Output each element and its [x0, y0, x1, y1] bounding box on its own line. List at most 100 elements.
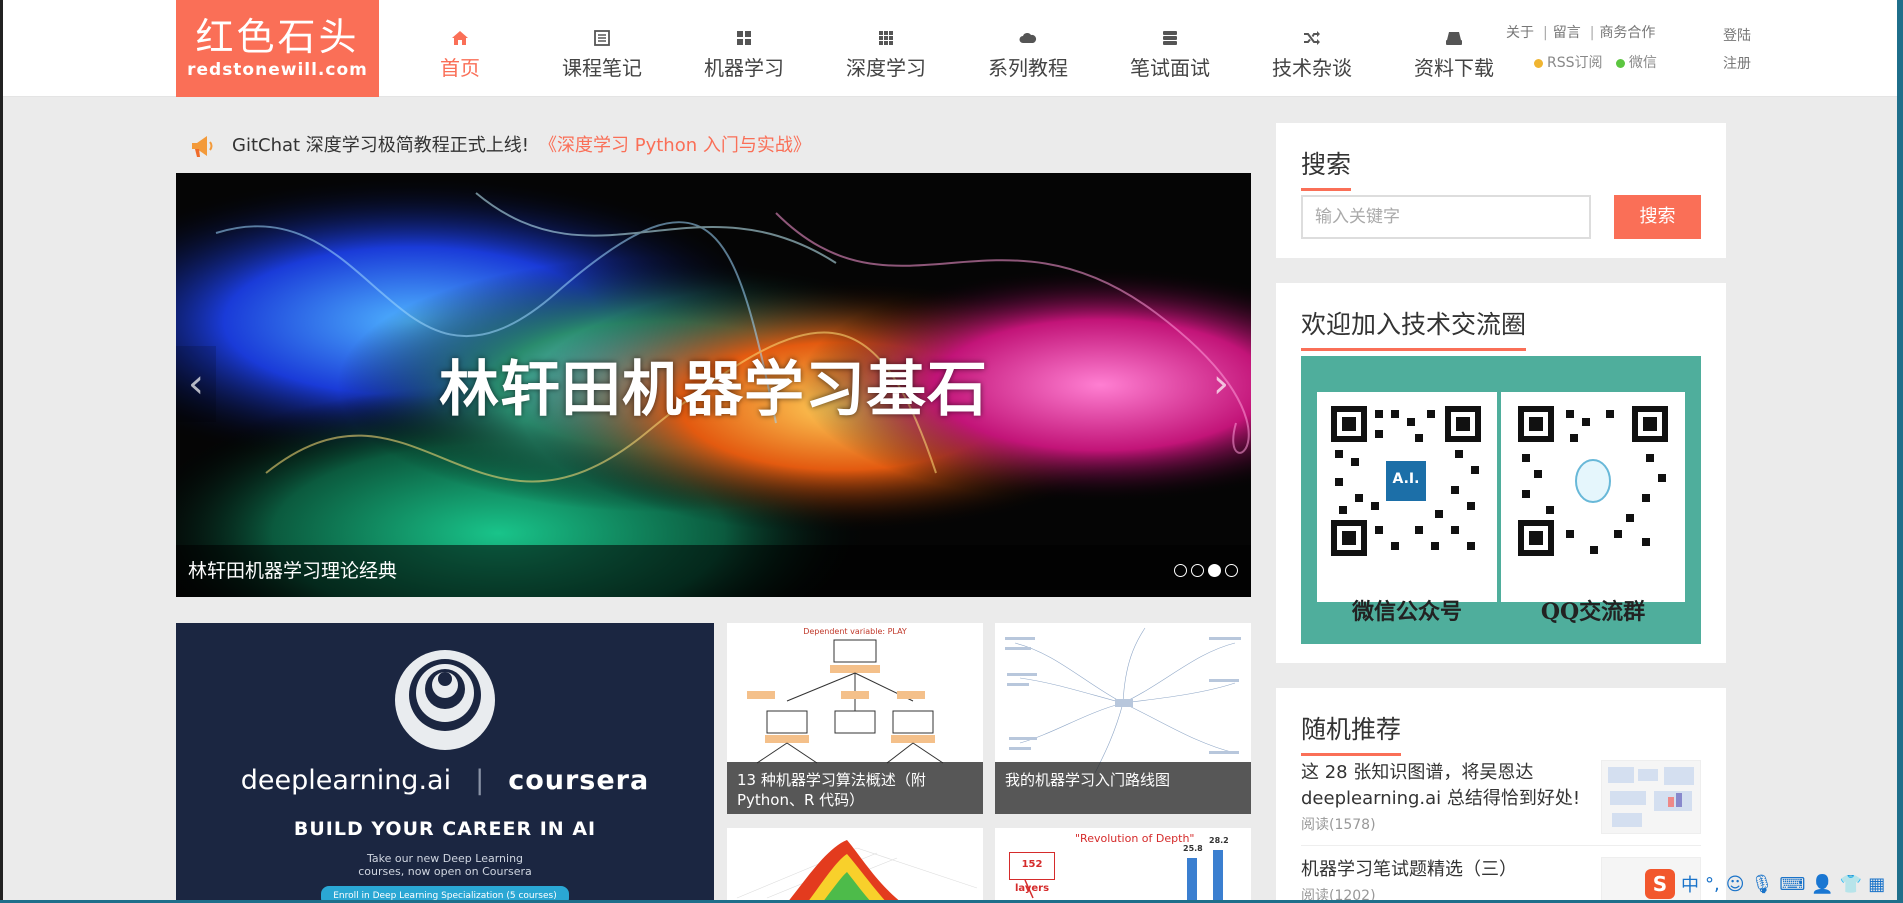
window-left-edge — [0, 0, 3, 903]
grid-menu-icon[interactable]: ▦ — [1868, 874, 1885, 895]
article-tile-algorithms[interactable]: Dependent variable: PLAY 13 种机器学习算法概述（附 … — [727, 623, 983, 814]
nav-label: 笔试面试 — [1130, 56, 1210, 80]
sogou-icon[interactable]: S — [1645, 869, 1675, 899]
carousel-dot[interactable] — [1225, 564, 1238, 577]
carousel-prev-button[interactable]: ‹ — [176, 346, 216, 422]
nav-label: 深度学习 — [846, 56, 926, 80]
keyboard-icon[interactable]: ⌨ — [1779, 874, 1805, 895]
logo-en: redstonewill.com — [187, 60, 368, 80]
search-title: 搜索 — [1301, 145, 1352, 191]
subscribe-links: RSS订阅 微信 — [1534, 52, 1657, 72]
site-logo[interactable]: 红色石头 redstonewill.com — [176, 0, 379, 97]
article-tile-resnet[interactable]: "Revolution of Depth" 152 layers 25.8 28… — [995, 828, 1251, 903]
search-input[interactable]: 输入关键字 — [1301, 195, 1591, 239]
nav-item-home[interactable]: 首页 — [389, 0, 531, 97]
wechat-link[interactable]: 微信 — [1615, 55, 1657, 71]
drive-icon — [1383, 26, 1525, 48]
article-tile-roadmap[interactable]: 我的机器学习入门路线图 — [995, 623, 1251, 814]
user-icon[interactable]: 👤 — [1811, 874, 1833, 895]
register-link[interactable]: 注册 — [1723, 50, 1751, 78]
top-links: 关于 | 留言 | 商务合作 — [1506, 25, 1656, 41]
rec-thumbnail — [1601, 760, 1701, 834]
search-button[interactable]: 搜索 — [1614, 195, 1701, 239]
carousel-dot[interactable] — [1191, 564, 1204, 577]
announcement-text: GitChat 深度学习极简教程正式上线! — [232, 135, 530, 156]
carousel-next-button[interactable]: › — [1201, 346, 1241, 422]
message-link[interactable]: 留言 — [1553, 25, 1581, 41]
skin-icon[interactable]: 👕 — [1840, 874, 1862, 895]
nav-label: 机器学习 — [704, 56, 784, 80]
nav-item-course-notes[interactable]: 课程笔记 — [531, 0, 673, 97]
site-header: 红色石头 redstonewill.com 首页 课程笔记 机器学习 深度学习 … — [3, 0, 1897, 97]
rss-link[interactable]: RSS订阅 — [1534, 55, 1603, 71]
community-title-text: 欢迎加入技术交流圈 — [1301, 310, 1527, 339]
nav-label: 技术杂谈 — [1272, 56, 1352, 80]
announcement-link[interactable]: 《深度学习 Python 入门与实战》 — [539, 128, 811, 164]
random-title: 随机推荐 — [1301, 710, 1402, 756]
bar-value-1: 25.8 — [1183, 844, 1203, 853]
nav-item-downloads[interactable]: 资料下载 — [1383, 0, 1525, 97]
about-link[interactable]: 关于 — [1506, 25, 1534, 41]
ai-badge: A.I. — [1392, 471, 1420, 487]
ime-punct[interactable]: °, — [1705, 874, 1720, 895]
wechat-qr-label: 微信公众号 — [1351, 599, 1462, 625]
window-right-edge — [1897, 0, 1903, 903]
ime-toolbar[interactable]: S 中 °, ☺ 🎙 ⌨ 👤 👕 ▦ — [1645, 868, 1885, 900]
microphone-icon[interactable]: 🎙 — [1751, 874, 1774, 895]
nav-label: 课程笔记 — [562, 56, 642, 80]
nav-item-machine-learning[interactable]: 机器学习 — [673, 0, 815, 97]
nav-item-interview[interactable]: 笔试面试 — [1099, 0, 1241, 97]
bar-value-2: 28.2 — [1209, 836, 1229, 845]
carousel-dot-active[interactable] — [1208, 564, 1221, 577]
list-item[interactable]: 这 28 张知识图谱，将吴恩达 deeplearning.ai 总结得恰到好处!… — [1301, 760, 1701, 846]
deeplearning-logo — [395, 650, 495, 750]
title-underline — [1301, 188, 1352, 191]
carousel-indicators — [1174, 564, 1238, 577]
hero-carousel[interactable]: 林轩田机器学习基石 林轩田机器学习理论经典 — [176, 173, 1251, 597]
community-title: 欢迎加入技术交流圈 — [1301, 305, 1527, 351]
ime-lang[interactable]: 中 — [1681, 871, 1699, 897]
qq-qr-label: QQ交流群 — [1540, 599, 1646, 625]
tile-caption: 13 种机器学习算法概述（附 Python、R 代码） — [727, 762, 983, 814]
title-underline — [1301, 753, 1402, 756]
megaphone-icon — [192, 136, 213, 157]
nav-label: 首页 — [440, 56, 480, 80]
title-underline — [1301, 348, 1527, 351]
qr-codes-panel: A.I. 微信公众号 QQ交流群 — [1301, 356, 1701, 644]
nav-item-series[interactable]: 系列教程 — [957, 0, 1099, 97]
ad-sub2: courses, now open on Coursera — [358, 865, 532, 878]
carousel-caption[interactable]: 林轩田机器学习理论经典 — [176, 545, 1251, 597]
announcement-bar: GitChat 深度学习极简教程正式上线! 《深度学习 Python 入门与实战… — [188, 128, 811, 164]
3d-surface-image — [736, 840, 978, 903]
nav-label: 资料下载 — [1414, 56, 1494, 80]
list-item[interactable]: 机器学习笔试题精选（三） 阅读(1202) — [1301, 857, 1701, 903]
login-link[interactable]: 登陆 — [1723, 22, 1751, 50]
main-nav: 首页 课程笔记 机器学习 深度学习 系列教程 笔试面试 技术杂谈 资料下载 — [389, 0, 1525, 97]
cloud-icon — [957, 26, 1099, 48]
diagram-title: Dependent variable: PLAY — [803, 627, 907, 636]
business-link[interactable]: 商务合作 — [1599, 25, 1655, 41]
server-icon — [1099, 26, 1241, 48]
qq-qr-code[interactable] — [1518, 406, 1668, 556]
chevron-left-icon: ‹ — [188, 361, 204, 407]
ad-sub1: Take our new Deep Learning — [366, 852, 524, 865]
random-title-text: 随机推荐 — [1301, 715, 1402, 744]
notes-icon — [531, 26, 673, 48]
logo-cn: 红色石头 — [195, 15, 360, 59]
wechat-dot-icon — [1615, 58, 1625, 68]
shuffle-icon — [1241, 26, 1383, 48]
rec-title: 机器学习笔试题精选（三） — [1301, 859, 1517, 880]
search-title-text: 搜索 — [1301, 150, 1352, 179]
carousel-dot[interactable] — [1174, 564, 1187, 577]
nav-item-deep-learning[interactable]: 深度学习 — [815, 0, 957, 97]
nav-label: 系列教程 — [988, 56, 1068, 80]
rss-dot-icon — [1534, 58, 1543, 68]
emoji-icon[interactable]: ☺ — [1726, 874, 1745, 895]
ad-headline: BUILD YOUR CAREER IN AI — [293, 818, 597, 840]
rss-label: RSS订阅 — [1547, 55, 1603, 71]
article-tile-3d-plot[interactable] — [727, 828, 983, 903]
coursera-ad-tile[interactable]: deeplearning.ai | coursera BUILD YOUR CA… — [176, 623, 714, 903]
nav-item-tech-talk[interactable]: 技术杂谈 — [1241, 0, 1383, 97]
tile-caption: 我的机器学习入门路线图 — [995, 762, 1251, 814]
auth-links: 登陆 注册 — [1723, 22, 1751, 78]
